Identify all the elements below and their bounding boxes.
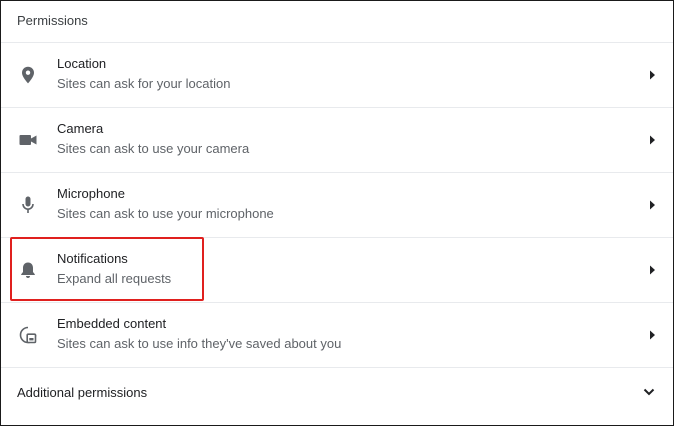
permission-row-notifications[interactable]: Notifications Expand all requests [1,237,673,301]
permission-label: Embedded content [57,316,167,331]
arrow-right-icon [650,330,655,340]
permission-description: Sites can ask to use your microphone [57,206,274,221]
permission-row-camera[interactable]: Camera Sites can ask to use your camera [1,107,673,171]
embedded-content-icon [17,324,39,346]
arrow-right-icon [650,200,655,210]
section-title: Permissions [17,13,88,28]
permission-description: Expand all requests [57,271,172,286]
location-pin-icon [17,64,39,86]
permission-description: Sites can ask to use your camera [57,141,250,156]
permissions-panel: Permissions Location Sites can ask for y… [0,0,674,426]
permission-row-embedded-content[interactable]: Embedded content Sites can ask to use in… [1,302,673,366]
camera-icon [17,129,39,151]
permission-description: Sites can ask to use info they've saved … [57,336,342,351]
arrow-right-icon [650,135,655,145]
arrow-right-icon [650,265,655,275]
permission-row-location[interactable]: Location Sites can ask for your location [1,42,673,106]
permission-label: Microphone [57,186,125,201]
permission-label: Notifications [57,251,128,266]
permission-label: Camera [57,121,104,136]
additional-permissions-toggle[interactable]: Additional permissions [1,367,673,417]
permission-label: Location [57,56,107,71]
additional-permissions-label: Additional permissions [17,385,148,400]
permission-row-microphone[interactable]: Microphone Sites can ask to use your mic… [1,172,673,236]
permission-description: Sites can ask for your location [57,76,231,91]
bell-icon [17,259,39,281]
microphone-icon [17,194,39,216]
chevron-down-icon [643,388,655,396]
arrow-right-icon [650,70,655,80]
